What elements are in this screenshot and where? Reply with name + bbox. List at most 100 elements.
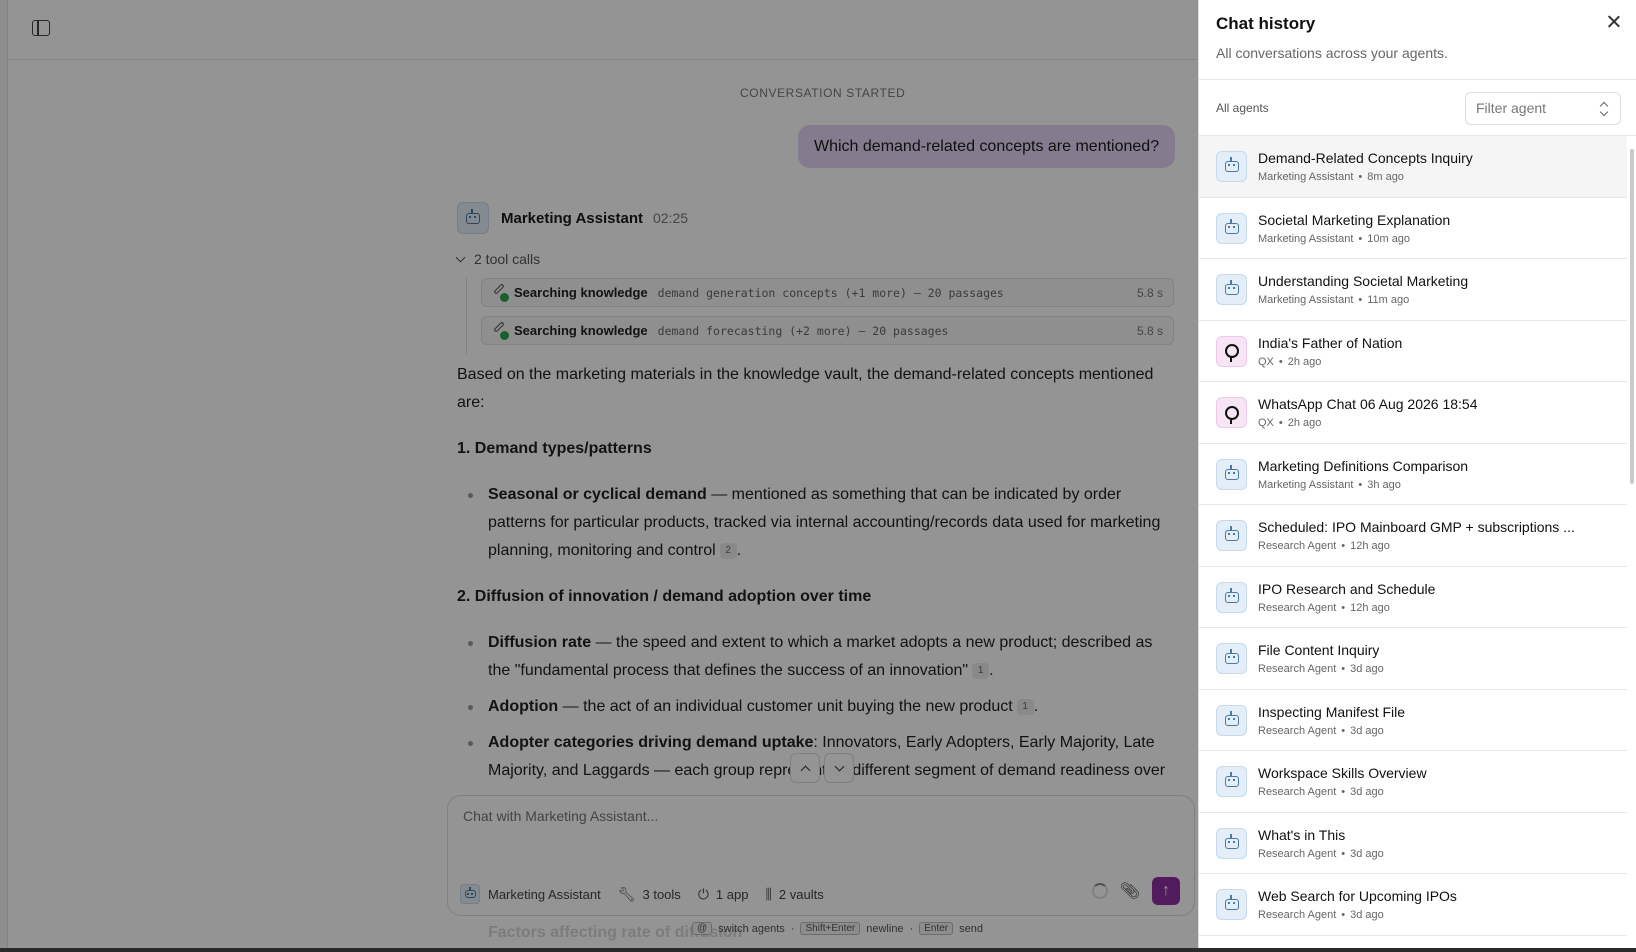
history-item[interactable]: India's Father of Nation QX • 2h ago	[1199, 321, 1627, 382]
history-item-title: Understanding Societal Marketing	[1258, 273, 1469, 289]
history-item-agent: Research Agent	[1258, 724, 1337, 737]
history-item-time: 11m ago	[1367, 294, 1410, 306]
chat-history-panel: Chat history All conversations across yo…	[1198, 0, 1636, 948]
robot-icon	[1224, 464, 1239, 480]
history-item-title: India's Father of Nation	[1258, 334, 1403, 351]
history-item-meta: Marketing Assistant • 3h ago	[1258, 478, 1401, 491]
history-item-avatar	[1216, 520, 1247, 551]
history-item-time: 3d ago	[1350, 724, 1384, 737]
history-item-time: 3d ago	[1350, 909, 1384, 921]
history-item-time: 2h ago	[1287, 417, 1322, 429]
history-item-title: Workspace Skills Overview	[1258, 765, 1427, 781]
history-item-meta: Research Agent • 3d ago	[1258, 786, 1384, 798]
history-item[interactable]: Workspace Skills Overview Research Agent •…	[1199, 751, 1627, 813]
robot-icon	[1224, 895, 1239, 910]
history-item[interactable]: Societal Marketing Explanation Marketing …	[1199, 198, 1627, 259]
robot-icon	[1224, 833, 1239, 849]
qx-icon	[1224, 405, 1239, 424]
history-item[interactable]: Demand-Related Concepts Inquiry Marketing…	[1199, 136, 1627, 198]
history-list: Demand-Related Concepts Inquiry Marketing…	[1199, 136, 1627, 948]
history-item-time: 12h ago	[1350, 601, 1390, 614]
history-item-agent: Research Agent	[1258, 909, 1337, 921]
history-item[interactable]: Understanding Societal Marketing Marketin…	[1199, 259, 1627, 321]
modal-backdrop[interactable]	[0, 0, 1198, 948]
history-item-agent: Research Agent	[1258, 663, 1337, 675]
history-item-avatar	[1216, 581, 1247, 613]
history-item-meta: Research Agent • 12h ago	[1258, 540, 1390, 552]
history-item-time: 2h ago	[1287, 355, 1322, 368]
history-item-title: Scheduled: IPO Mainboard GMP + subscript…	[1258, 519, 1575, 535]
panel-title: Chat history	[1216, 14, 1316, 33]
history-item-title: Demand-Related Concepts Inquiry	[1258, 150, 1473, 166]
history-item-meta: Marketing Assistant • 8m ago	[1258, 171, 1404, 183]
history-item[interactable]: File Content Inquiry Research Agent • 3d ag…	[1199, 628, 1627, 690]
history-item-agent: Marketing Assistant	[1258, 478, 1354, 491]
history-item-meta: QX • 2h ago	[1258, 355, 1322, 368]
history-item-meta: Marketing Assistant • 10m ago	[1258, 232, 1411, 245]
history-item-avatar	[1216, 335, 1247, 367]
history-item-avatar	[1216, 212, 1247, 244]
history-item-agent: Research Agent	[1258, 540, 1337, 552]
history-item-meta: Research Agent • 3d ago	[1258, 847, 1384, 860]
history-item-avatar	[1216, 151, 1247, 182]
history-item-agent: Research Agent	[1258, 601, 1337, 614]
filter-row: All agents Filter agent	[1199, 79, 1636, 136]
history-item-title: Societal Marketing Explanation	[1258, 211, 1451, 228]
history-item-title: Web Search for Upcoming IPOs	[1258, 888, 1457, 904]
history-item-title: What's in This	[1258, 826, 1346, 843]
history-item-time: 10m ago	[1367, 232, 1411, 245]
bottom-edge	[0, 948, 1636, 952]
robot-icon	[1224, 157, 1239, 172]
panel-subtitle: All conversations across your agents.	[1216, 45, 1448, 61]
filter-placeholder: Filter agent	[1476, 100, 1547, 116]
history-item-title: Marketing Definitions Comparison	[1258, 457, 1469, 474]
history-item-avatar	[1216, 274, 1247, 305]
history-item-title: Inspecting Manifest File	[1258, 703, 1406, 720]
history-item-agent: Marketing Assistant	[1258, 171, 1354, 183]
close-icon[interactable]	[1606, 14, 1622, 30]
filter-label: All agents	[1216, 101, 1269, 115]
agent-filter-select[interactable]: Filter agent	[1465, 92, 1621, 125]
history-item-time: 3d ago	[1350, 786, 1384, 798]
history-item-meta: QX • 2h ago	[1258, 417, 1322, 429]
history-item-meta: Research Agent • 3d ago	[1258, 724, 1384, 737]
history-item[interactable]: IPO Research and Schedule Research Agent •…	[1199, 567, 1627, 628]
robot-icon	[1224, 526, 1239, 541]
scrollbar[interactable]	[1630, 149, 1634, 484]
history-item-meta: Research Agent • 12h ago	[1258, 601, 1390, 614]
history-item-meta: Research Agent • 3d ago	[1258, 663, 1384, 675]
history-item-meta: Marketing Assistant • 11m ago	[1258, 294, 1410, 306]
qx-icon	[1224, 344, 1239, 362]
history-item-avatar	[1216, 704, 1247, 736]
history-item-agent: Marketing Assistant	[1258, 232, 1354, 245]
history-item-agent: Marketing Assistant	[1258, 294, 1354, 306]
history-item-avatar	[1216, 643, 1247, 674]
history-item-time: 3d ago	[1350, 663, 1384, 675]
history-item[interactable]: WhatsApp Chat 06 Aug 2026 18:54 QX • 2h ago	[1199, 382, 1627, 444]
robot-icon	[1224, 772, 1239, 787]
history-item-agent: Research Agent	[1258, 847, 1337, 860]
robot-icon	[1224, 710, 1239, 726]
history-item-title: IPO Research and Schedule	[1258, 580, 1436, 597]
history-item-agent: Research Agent	[1258, 786, 1337, 798]
history-item-avatar	[1216, 827, 1247, 859]
history-item[interactable]: Marketing Definitions Comparison Marketin…	[1199, 444, 1627, 505]
robot-icon	[1224, 280, 1239, 295]
history-item-agent: QX	[1258, 417, 1274, 429]
history-item-avatar	[1216, 458, 1247, 490]
history-item[interactable]: Inspecting Manifest File Research Agent • 3…	[1199, 690, 1627, 751]
history-item-time: 12h ago	[1350, 540, 1390, 552]
history-item[interactable]: Web Search for Upcoming IPOs Research Age…	[1199, 874, 1627, 936]
history-item-avatar	[1216, 397, 1247, 428]
history-item-avatar	[1216, 766, 1247, 797]
history-item[interactable]: What's in This Research Agent • 3d ago	[1199, 813, 1627, 874]
history-item-meta: Research Agent • 3d ago	[1258, 909, 1384, 921]
robot-icon	[1224, 587, 1239, 603]
history-item-title: File Content Inquiry	[1258, 642, 1380, 658]
history-item-time: 3d ago	[1350, 847, 1384, 860]
history-item-time: 8m ago	[1367, 171, 1404, 183]
history-item-title: WhatsApp Chat 06 Aug 2026 18:54	[1258, 396, 1478, 412]
history-item[interactable]: Scheduled: IPO Mainboard GMP + subscript…	[1199, 505, 1627, 567]
robot-icon	[1224, 649, 1239, 664]
chevron-up-down-icon	[1600, 102, 1608, 116]
